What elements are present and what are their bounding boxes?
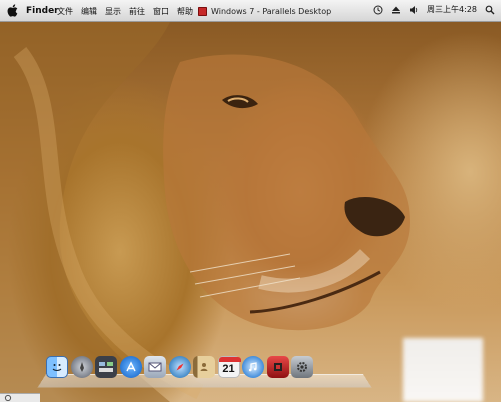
- window-title: Windows 7 - Parallels Desktop: [198, 4, 331, 18]
- calendar-header: [218, 357, 241, 362]
- apple-icon[interactable]: [7, 4, 18, 17]
- menubar-clock[interactable]: 周三上午4:28: [427, 4, 477, 15]
- menu-file[interactable]: 文件: [57, 6, 73, 17]
- status-area: 周三上午4:28: [373, 4, 495, 15]
- volume-icon[interactable]: [409, 5, 419, 15]
- dock-mission-control-icon[interactable]: [95, 356, 117, 378]
- dock-safari-icon[interactable]: [168, 356, 191, 378]
- calendar-date: 21: [222, 363, 235, 375]
- dock-photo-booth-icon[interactable]: [266, 356, 289, 378]
- eject-icon[interactable]: [391, 5, 401, 15]
- dock-calendar-icon[interactable]: 21: [217, 356, 241, 378]
- dock-icons: 21: [46, 356, 313, 378]
- time-machine-icon[interactable]: [373, 5, 383, 15]
- menu-items: 文件 编辑 显示 前往 窗口 帮助: [57, 6, 193, 17]
- dock-system-preferences-icon[interactable]: [291, 356, 313, 378]
- mac-desktop: Finder 文件 编辑 显示 前往 窗口 帮助 Windows 7 - Par…: [0, 0, 501, 402]
- dock-mail-icon[interactable]: [144, 356, 166, 378]
- menu-go[interactable]: 前往: [129, 6, 145, 17]
- dock-launchpad-icon[interactable]: [70, 356, 93, 378]
- blurred-region: [403, 338, 483, 402]
- spotlight-icon[interactable]: [485, 5, 495, 15]
- menu-edit[interactable]: 编辑: [81, 6, 97, 17]
- dock: 21: [37, 352, 372, 388]
- dock-itunes-icon[interactable]: [242, 356, 264, 378]
- dock-finder-icon[interactable]: [46, 356, 68, 378]
- dock-contacts-icon[interactable]: [193, 356, 215, 378]
- menu-help[interactable]: 帮助: [177, 6, 193, 17]
- menubar: Finder 文件 编辑 显示 前往 窗口 帮助 Windows 7 - Par…: [0, 0, 501, 22]
- settings-icon[interactable]: [3, 394, 13, 402]
- window-title-text: Windows 7 - Parallels Desktop: [211, 6, 332, 16]
- app-menu-finder[interactable]: Finder: [26, 6, 59, 16]
- parallels-icon: [198, 6, 207, 16]
- menu-window[interactable]: 窗口: [153, 6, 169, 17]
- window-status-strip: [0, 393, 40, 402]
- menu-view[interactable]: 显示: [105, 6, 121, 17]
- dock-app-store-icon[interactable]: [119, 356, 142, 378]
